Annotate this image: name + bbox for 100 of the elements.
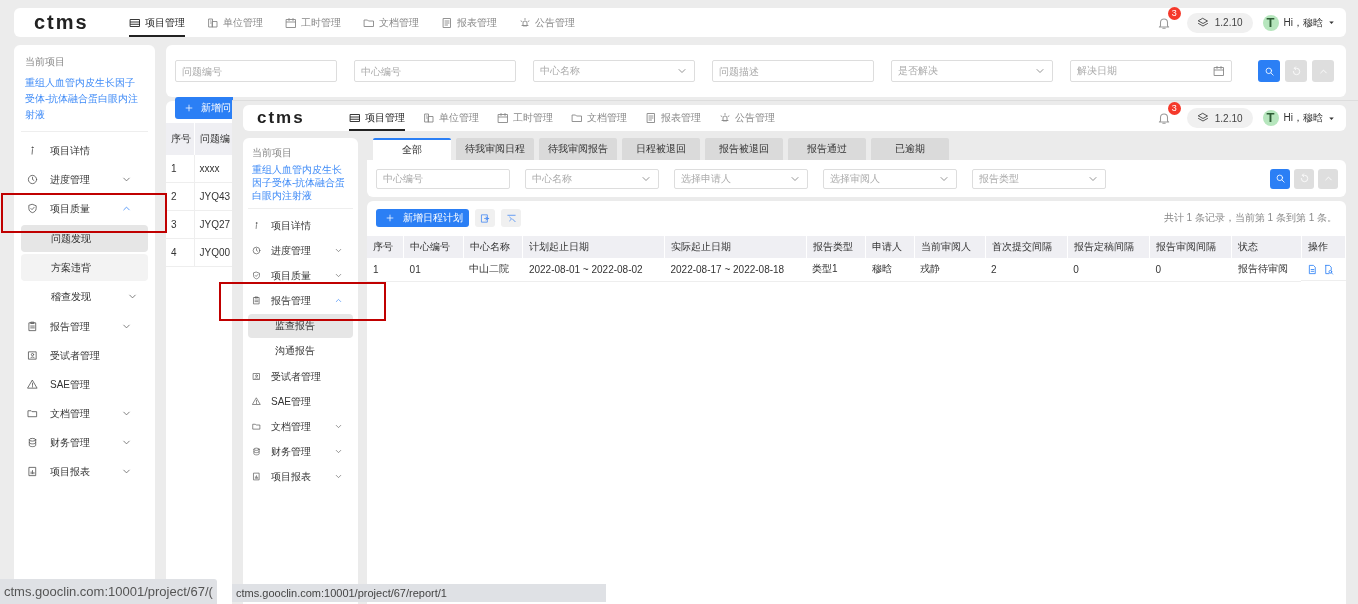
tab[interactable]: 日程被退回 (622, 138, 700, 160)
menu-item[interactable]: 文档管理 (248, 414, 353, 439)
tab[interactable]: 已逾期 (871, 138, 949, 160)
calendar-icon (497, 112, 509, 124)
user-menu[interactable]: Hi，穆晗 (1283, 111, 1336, 125)
text-field[interactable]: 中心编号 (376, 168, 510, 189)
nav-tab[interactable]: 文档管理 (571, 105, 627, 131)
table-icon (349, 112, 361, 124)
menu-item[interactable]: 项目质量 (21, 194, 148, 223)
add-button[interactable]: 新增问 (175, 97, 233, 119)
nav-tab[interactable]: 单位管理 (423, 105, 479, 131)
avatar[interactable]: T (1262, 14, 1279, 31)
tab[interactable]: 报告被退回 (705, 138, 783, 160)
plus-icon (385, 213, 395, 223)
chevron-down-icon (334, 472, 343, 481)
export-button[interactable] (475, 209, 495, 227)
layers-icon (1196, 16, 1209, 29)
chevron-down-icon (334, 422, 343, 431)
submenu-item[interactable]: 监查报告 (248, 314, 353, 338)
chevron-down-icon (334, 271, 343, 280)
column-header: 序号 (166, 123, 194, 155)
table-cell: 2 (166, 182, 194, 211)
menu-item[interactable]: 报告管理 (248, 288, 353, 313)
submenu-item[interactable]: 方案违背 (21, 254, 148, 281)
menu-item[interactable]: 报告管理 (21, 312, 148, 341)
text-field[interactable]: 问题编号 (175, 60, 337, 82)
nav-tab[interactable]: 报表管理 (441, 8, 497, 37)
review-button[interactable] (1323, 263, 1335, 275)
menu-item[interactable]: 财务管理 (248, 439, 353, 464)
nav-tab[interactable]: 工时管理 (497, 105, 553, 131)
column-header: 报告定稿间隔 (1067, 236, 1150, 258)
menu-item[interactable]: 受试者管理 (21, 341, 148, 370)
table-cell: 2 (985, 258, 1068, 281)
logo: ctms (257, 108, 306, 128)
submenu-item[interactable]: 稽查发现 (21, 283, 148, 310)
tab[interactable]: 报告通过 (788, 138, 866, 160)
clock-icon (252, 246, 261, 255)
column-header: 报告审阅间隔 (1149, 236, 1232, 258)
avatar[interactable]: T (1262, 110, 1279, 126)
search-button[interactable] (1258, 60, 1280, 82)
menu-item[interactable]: 文档管理 (21, 399, 148, 428)
sidebar-caption: 当前项目 (24, 55, 66, 69)
search-icon (1263, 65, 1275, 77)
column-header: 当前审阅人 (914, 236, 986, 258)
add-button[interactable]: 新增日程计划 (376, 209, 469, 227)
nav-tab[interactable]: 报表管理 (645, 105, 701, 131)
shield-check-icon (27, 203, 38, 214)
nav-tab[interactable]: 公告管理 (519, 8, 575, 37)
bell-icon (1156, 15, 1171, 30)
user-menu[interactable]: Hi，穆晗 (1283, 15, 1336, 30)
menu-item[interactable]: 项目详情 (21, 136, 148, 165)
text-field[interactable]: 问题描述 (712, 60, 874, 82)
status-bar: ctms.gooclin.com:10001/project/67/report/1 (232, 584, 606, 602)
menu-item[interactable]: SAE管理 (248, 389, 353, 414)
nav-tab[interactable]: 项目管理 (129, 8, 185, 37)
tab[interactable]: 待我审阅日程 (456, 138, 534, 160)
table-cell: 0 (1067, 258, 1150, 281)
columns-button[interactable] (501, 209, 521, 227)
clipboard-icon (27, 321, 38, 332)
menu-item[interactable]: 项目详情 (248, 213, 353, 238)
tab[interactable]: 待我审阅报告 (539, 138, 617, 160)
view-button[interactable] (1307, 263, 1319, 275)
menu-item[interactable]: 财务管理 (21, 428, 148, 457)
table-cell: 4 (166, 238, 194, 267)
nav-tab[interactable]: 单位管理 (207, 8, 263, 37)
column-header: 计划起止日期 (522, 236, 665, 258)
menu-item[interactable]: 项目报表 (248, 464, 353, 489)
folder-icon (27, 408, 38, 419)
menu-item[interactable]: 项目报表 (21, 457, 148, 486)
status-bar: ctms.gooclin.com:10001/project/67/( (0, 579, 217, 604)
submenu-item[interactable]: 沟通报告 (248, 339, 353, 363)
menu-item[interactable]: 进度管理 (248, 238, 353, 263)
reset-icon (1290, 65, 1302, 77)
tab[interactable]: 全部 (373, 138, 451, 160)
table-cell: 0 (1149, 258, 1232, 281)
menu-item[interactable]: SAE管理 (21, 370, 148, 399)
table-cell: 戎静 (914, 258, 986, 281)
column-header: 实际起止日期 (664, 236, 807, 258)
version-button[interactable]: 1.2.10 (1186, 12, 1253, 33)
nav-tab[interactable]: 项目管理 (349, 105, 405, 131)
notification-badge: 3 (1167, 102, 1181, 115)
nav-tab[interactable]: 文档管理 (363, 8, 419, 37)
table-cell: 1 (367, 258, 404, 281)
nav-tab[interactable]: 公告管理 (719, 105, 775, 131)
table-cell: 类型1 (806, 258, 866, 281)
menu-item[interactable]: 受试者管理 (248, 364, 353, 389)
version-button[interactable]: 1.2.10 (1186, 108, 1253, 128)
submenu-item[interactable]: 问题发现 (21, 225, 148, 252)
warning-icon (27, 379, 38, 390)
column-header: 操作 (1301, 236, 1346, 258)
column-header: 报告类型 (806, 236, 866, 258)
search-icon (1274, 173, 1286, 184)
record-summary: 共计 1 条记录，当前第 1 条到第 1 条。 (1163, 211, 1337, 225)
calendar-icon (285, 16, 297, 29)
menu-item[interactable]: 进度管理 (21, 165, 148, 194)
plus-icon (184, 103, 194, 113)
nav-tab[interactable]: 工时管理 (285, 8, 341, 37)
text-field[interactable]: 中心编号 (354, 60, 516, 82)
search-button[interactable] (1270, 168, 1290, 189)
project-title[interactable]: 重组人血管内皮生长因子受体-抗体融合蛋白眼内注射液 (21, 75, 148, 131)
